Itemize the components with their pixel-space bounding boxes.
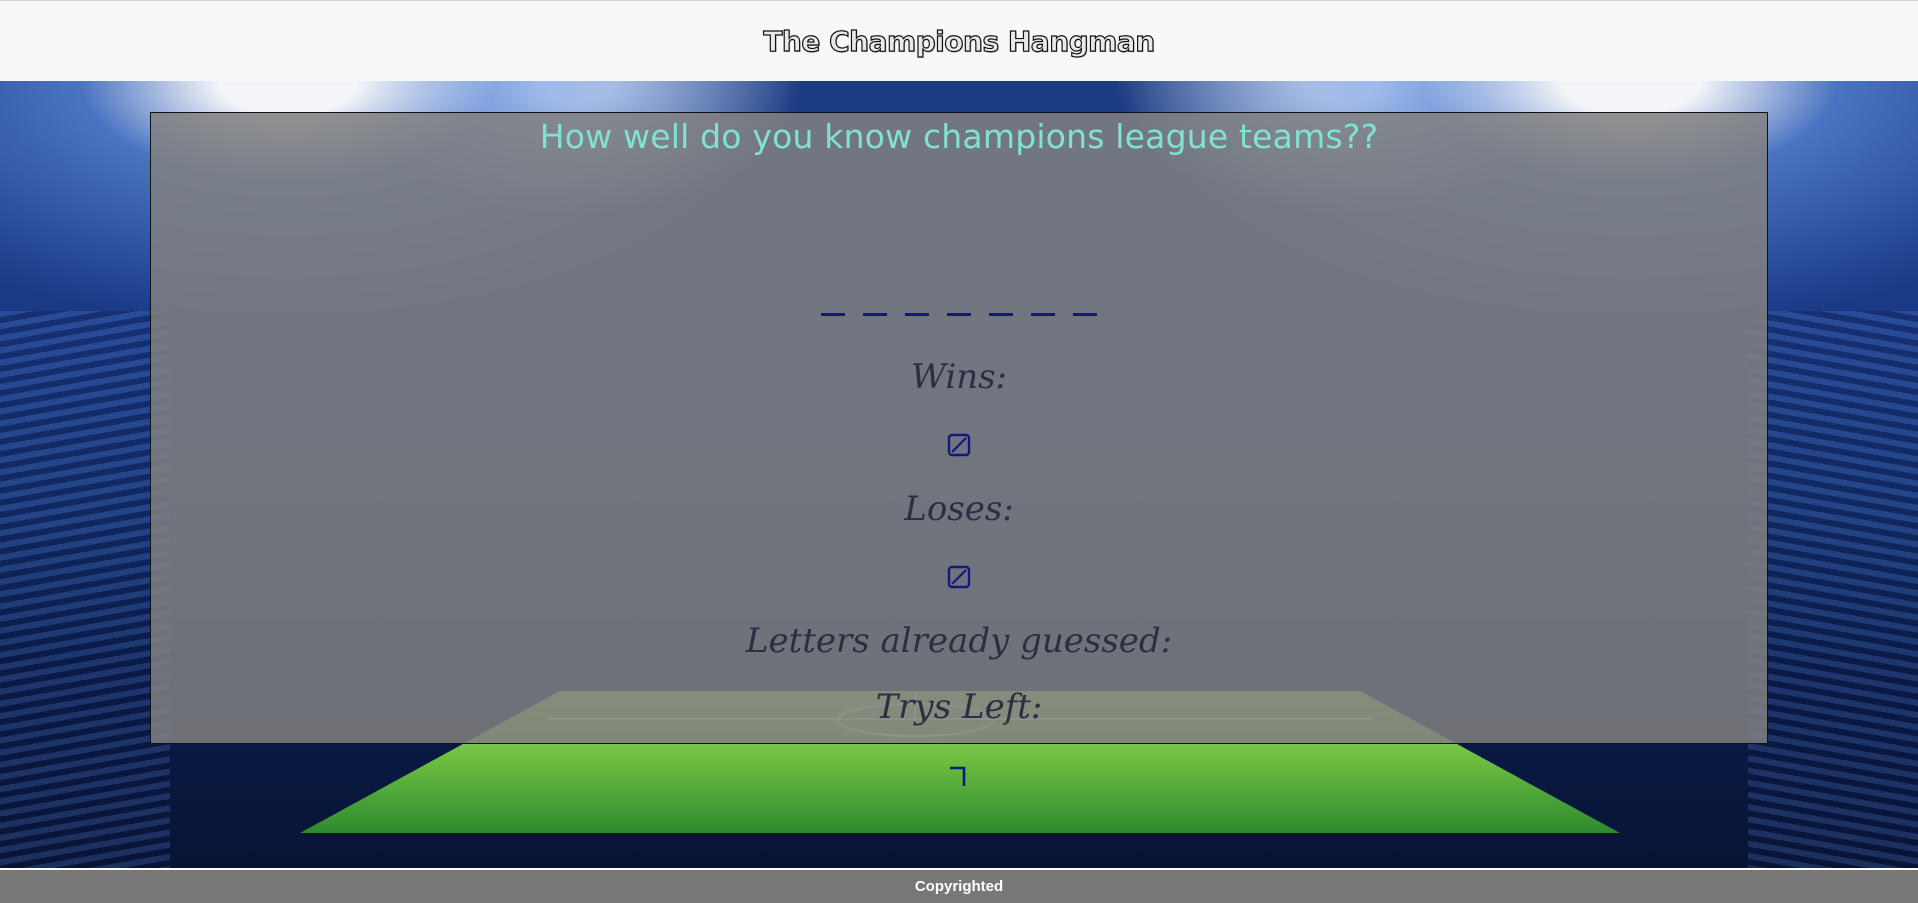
word-blank — [821, 313, 845, 316]
corner-glyph-icon — [950, 766, 966, 786]
letters-guessed-label: Letters already guessed: — [745, 621, 1173, 661]
word-blank — [1073, 313, 1097, 316]
site-title: The Champions Hangman — [763, 24, 1156, 58]
word-blank — [1031, 313, 1055, 316]
word-blank — [905, 313, 929, 316]
wins-label: Wins: — [910, 357, 1008, 397]
game-panel: How well do you know champions league te… — [150, 112, 1768, 786]
trys-left-label: Trys Left: — [875, 687, 1043, 727]
word-blank — [863, 313, 887, 316]
loses-label: Loses: — [904, 489, 1014, 529]
site-header: The Champions Hangman — [0, 0, 1918, 81]
missing-glyph-icon — [947, 433, 971, 457]
word-blank — [947, 313, 971, 316]
site-footer: Copyrighted — [0, 868, 1918, 903]
footer-text: Copyrighted — [914, 878, 1004, 895]
page: The Champions Hangman How well do you kn… — [0, 0, 1918, 903]
missing-glyph-icon — [947, 565, 971, 589]
game-heading: How well do you know champions league te… — [539, 117, 1379, 156]
word-blank — [989, 313, 1013, 316]
word-blanks — [151, 299, 1767, 325]
